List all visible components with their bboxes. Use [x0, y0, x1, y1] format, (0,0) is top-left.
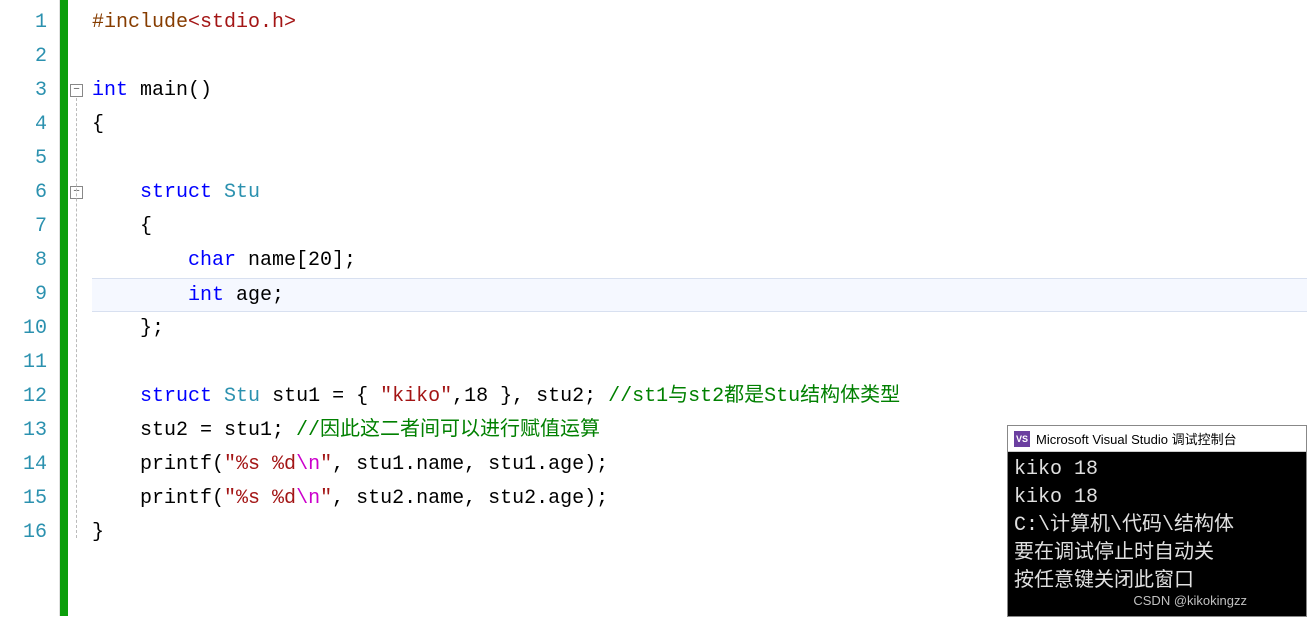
line-number: 3: [0, 74, 47, 108]
code-line[interactable]: {: [92, 108, 1307, 142]
line-number: 10: [0, 312, 47, 346]
fold-toggle[interactable]: −: [70, 84, 83, 97]
line-number-gutter: 1 2 3 4 5 6 7 8 9 10 11 12 13 14 15 16: [0, 0, 60, 616]
watermark-text: CSDN @kikokingzz: [1133, 593, 1247, 608]
code-line[interactable]: {: [92, 210, 1307, 244]
code-line[interactable]: [92, 40, 1307, 74]
code-line[interactable]: [92, 346, 1307, 380]
console-line: C:\计算机\代码\结构体: [1014, 512, 1300, 540]
code-line[interactable]: char name[20];: [92, 244, 1307, 278]
fold-gutter: − −: [68, 0, 88, 616]
line-number: 14: [0, 448, 47, 482]
console-title-text: Microsoft Visual Studio 调试控制台: [1036, 429, 1237, 448]
code-line[interactable]: #include<stdio.h>: [92, 6, 1307, 40]
line-number: 4: [0, 108, 47, 142]
change-bar: [60, 0, 68, 616]
code-line[interactable]: };: [92, 312, 1307, 346]
line-number: 11: [0, 346, 47, 380]
console-line: 要在调试停止时自动关: [1014, 540, 1300, 568]
vs-icon: VS: [1014, 431, 1030, 447]
console-line: 按任意键关闭此窗口: [1014, 568, 1300, 596]
debug-console-window[interactable]: VS Microsoft Visual Studio 调试控制台 kiko 18…: [1007, 425, 1307, 617]
line-number: 1: [0, 6, 47, 40]
code-line[interactable]: struct Stu stu1 = { "kiko",18 }, stu2; /…: [92, 380, 1307, 414]
line-number: 5: [0, 142, 47, 176]
line-number: 8: [0, 244, 47, 278]
line-number: 16: [0, 516, 47, 550]
line-number: 7: [0, 210, 47, 244]
line-number: 6: [0, 176, 47, 210]
line-number: 9: [0, 278, 47, 312]
line-number: 2: [0, 40, 47, 74]
console-output[interactable]: kiko 18 kiko 18 C:\计算机\代码\结构体 要在调试停止时自动关…: [1008, 452, 1306, 616]
console-line: kiko 18: [1014, 484, 1300, 512]
line-number: 15: [0, 482, 47, 516]
fold-guide: [76, 98, 77, 538]
code-line[interactable]: struct Stu: [92, 176, 1307, 210]
console-titlebar[interactable]: VS Microsoft Visual Studio 调试控制台: [1008, 426, 1306, 452]
line-number: 13: [0, 414, 47, 448]
console-line: kiko 18: [1014, 456, 1300, 484]
code-line[interactable]: int main(): [92, 74, 1307, 108]
code-line[interactable]: [92, 142, 1307, 176]
line-number: 12: [0, 380, 47, 414]
code-line-active[interactable]: int age;: [92, 278, 1307, 312]
